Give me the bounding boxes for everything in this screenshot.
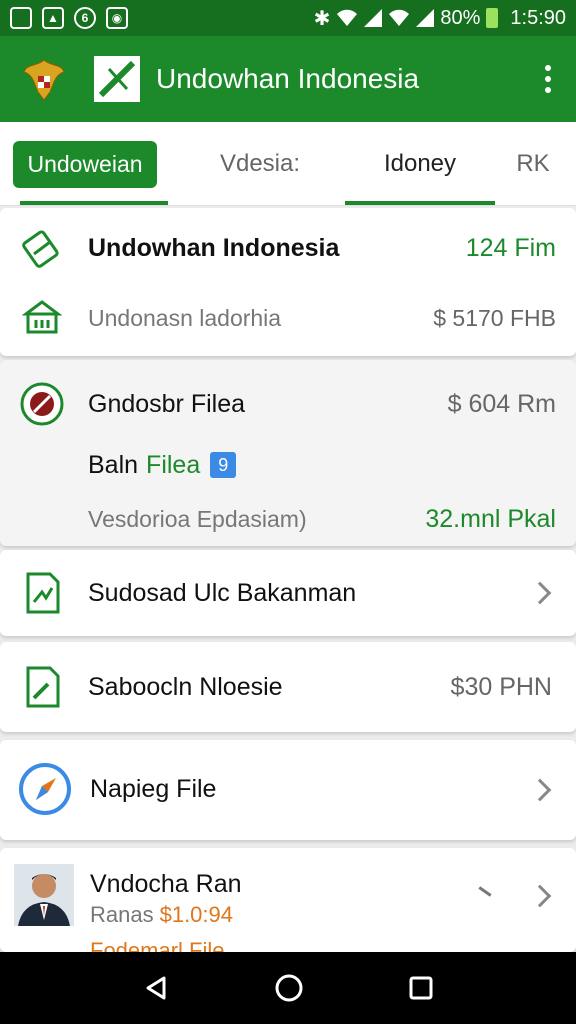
summary-sub-amount: $ 5170 FHB [433,304,556,331]
document-stamp-icon [22,230,59,268]
chevron-right-icon [528,778,552,802]
battery-percent: 80% [440,6,481,29]
list-item-saboocln[interactable]: Saboocln Nloesie $30 PHN [0,642,576,732]
file-card[interactable]: Gndosbr Filea $ 604 Rm Baln Filea 9 Vesd… [0,360,576,546]
tab-rk[interactable]: RK [500,122,566,206]
compass-icon [19,763,71,815]
file-tag-link[interactable]: Filea [146,451,200,480]
tab-label: RK [516,150,550,177]
back-icon[interactable] [142,974,170,1002]
tab-indicator [20,201,168,205]
item-amount: $30 PHN [450,672,552,701]
status-bar: ▲ 6 ◉ ✱ 80% 1:5:90 [0,0,576,36]
profile-sub-amount: $1.0:94 [159,902,233,927]
file-badge: 9 [210,452,237,478]
system-nav-bar [0,952,576,1024]
profile-footer-link[interactable]: Fodemarl File [90,938,224,952]
summary-subtitle: Undonasn ladorhia [88,304,282,331]
list-item-sudosad[interactable]: Sudosad Ulc Bakanman [0,550,576,636]
overflow-menu-icon[interactable] [536,61,560,97]
summary-card[interactable]: Undowhan Indonesia 124 Fim Undonasn lado… [0,208,576,356]
home-icon[interactable] [274,973,304,1003]
item-title: Napieg File [90,774,217,803]
app-notification-icon: 6 [74,7,96,29]
file-amount: $ 604 Rm [447,389,556,418]
tab-label: Vdesia: [219,150,301,177]
app-logo-icon [94,56,140,102]
wifi-icon-2 [389,9,410,26]
app-bar: Undowhan Indonesia [0,36,576,122]
item-title: Saboocln Nloesie [88,672,283,701]
profile-name: Vndocha Ran [90,870,242,898]
summary-amount: 124 Fim [465,233,556,262]
chevron-right-icon [528,884,552,908]
tab-vdesia[interactable]: Vdesia: [190,122,330,206]
file-title: Gndosbr Filea [88,389,246,418]
file-caption: Vesdorioa Epdasiam) [88,505,307,532]
game-notification-icon: ◉ [106,7,128,29]
gallery-icon: ▲ [42,7,64,29]
tab-label: Idoney [383,150,457,177]
wifi-icon [337,9,358,26]
profile-sub-prefix: Ranas [90,902,154,927]
expand-handle-icon [478,886,492,897]
tab-label: Undoweian [13,140,157,188]
screenshot-icon [10,7,32,29]
bluetooth-icon: ✱ [313,7,331,30]
avatar [14,864,74,926]
seal-badge-icon [20,382,64,426]
edit-file-icon [26,666,60,708]
app-title: Undowhan Indonesia [156,63,420,94]
chevron-right-icon [528,581,552,605]
bank-icon [22,300,62,334]
tab-indicator-secondary [345,201,495,205]
spreadsheet-file-icon [26,572,60,614]
garuda-emblem-icon [20,55,68,103]
signal-icon-2 [416,9,435,27]
tab-idoney[interactable]: Idoney [345,122,495,206]
tab-bar: Undoweian Vdesia: Idoney RK [0,122,576,206]
profile-card[interactable]: Vndocha Ran Ranas $1.0:94 Fodemarl File [0,848,576,952]
list-item-napieg[interactable]: Napieg File [0,740,576,840]
file-tag-prefix: Baln [88,450,139,479]
recents-icon[interactable] [408,975,434,1001]
clock: 1:5:90 [510,6,566,29]
item-title: Sudosad Ulc Bakanman [88,578,357,607]
file-caption-amount: 32.mnl Pkal [425,504,556,533]
signal-icon [364,9,383,27]
battery-icon [486,8,499,28]
tab-undoweian[interactable]: Undoweian [0,122,170,206]
summary-title: Undowhan Indonesia [88,233,340,262]
